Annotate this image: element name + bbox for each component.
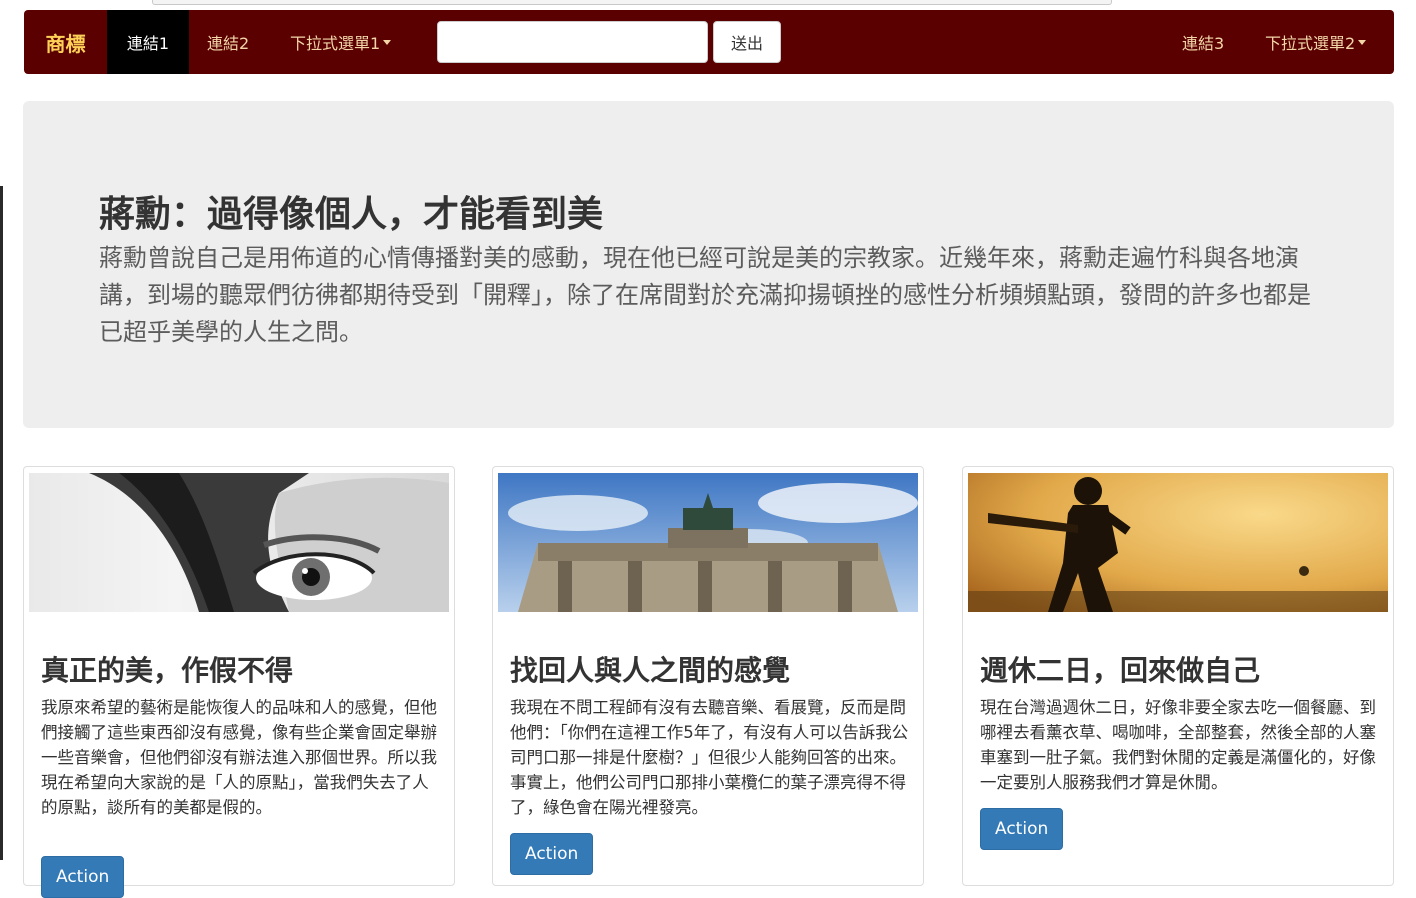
card-2: 找回人與人之間的感覺 我現在不問工程師有沒有去聽音樂、看展覽，反而是問他們：「你… [492, 466, 924, 886]
card-1-title: 真正的美，作假不得 [41, 654, 294, 687]
nav-link-1[interactable]: 連結1 [107, 10, 189, 74]
card-2-text: 我現在不問工程師有沒有去聽音樂、看展覽，反而是問他們：「你們在這裡工作5年了，有… [510, 698, 909, 817]
caret-down-icon [383, 39, 392, 45]
card-3-text: 現在台灣過週休二日，好像非要全家去吃一個餐廳、到哪裡去看薰衣草、喝咖啡，全部整套… [980, 698, 1376, 792]
caret-down-icon [1358, 39, 1367, 45]
jumbotron-title: 蔣勳：過得像個人，才能看到美 [99, 194, 604, 235]
card-1-image-eye [29, 473, 449, 612]
horizontal-scrollbar[interactable] [152, 0, 1112, 5]
submit-button[interactable]: 送出 [713, 21, 781, 63]
browser-top-strip [0, 0, 1416, 6]
brand-logo[interactable]: 商標 [24, 10, 107, 74]
card-2-action-button[interactable]: Action [510, 833, 594, 875]
card-1: 真正的美，作假不得 我原來希望的藝術是能恢復人的品味和人的感覺，但他們接觸了這些… [23, 466, 455, 898]
nav-dropdown-1-label: 下拉式選單1 [290, 34, 381, 53]
window-edge [0, 186, 3, 860]
navbar: 商標 連結1 連結2 下拉式選單1 送出 連結3 下拉式選單2 [24, 10, 1394, 74]
nav-dropdown-2-label: 下拉式選單2 [1265, 34, 1356, 53]
jumbotron-text: 蔣勳曾說自己是用佈道的心情傳播對美的感動，現在他已經可說是美的宗教家。近幾年來，… [99, 244, 1311, 346]
card-3-image-cricket [968, 473, 1388, 612]
card-3: 週休二日，回來做自己 現在台灣過週休二日，好像非要全家去吃一個餐廳、到哪裡去看薰… [962, 466, 1394, 886]
search-input[interactable] [437, 21, 708, 63]
nav-dropdown-2[interactable]: 下拉式選單2 [1247, 10, 1384, 74]
card-3-action-button[interactable]: Action [980, 808, 1064, 850]
nav-link-2[interactable]: 連結2 [189, 10, 267, 74]
card-1-action-button[interactable]: Action [41, 856, 125, 898]
nav-dropdown-1[interactable]: 下拉式選單1 [272, 10, 409, 74]
card-1-text: 我原來希望的藝術是能恢復人的品味和人的感覺，但他們接觸了這些東西卻沒有感覺，像有… [41, 698, 437, 817]
jumbotron: 蔣勳：過得像個人，才能看到美 蔣勳曾說自己是用佈道的心情傳播對美的感動，現在他已… [23, 101, 1394, 428]
nav-link-3[interactable]: 連結3 [1164, 10, 1242, 74]
card-2-title: 找回人與人之間的感覺 [510, 654, 791, 687]
card-2-image-gate [498, 473, 918, 612]
card-3-title: 週休二日，回來做自己 [980, 654, 1261, 687]
